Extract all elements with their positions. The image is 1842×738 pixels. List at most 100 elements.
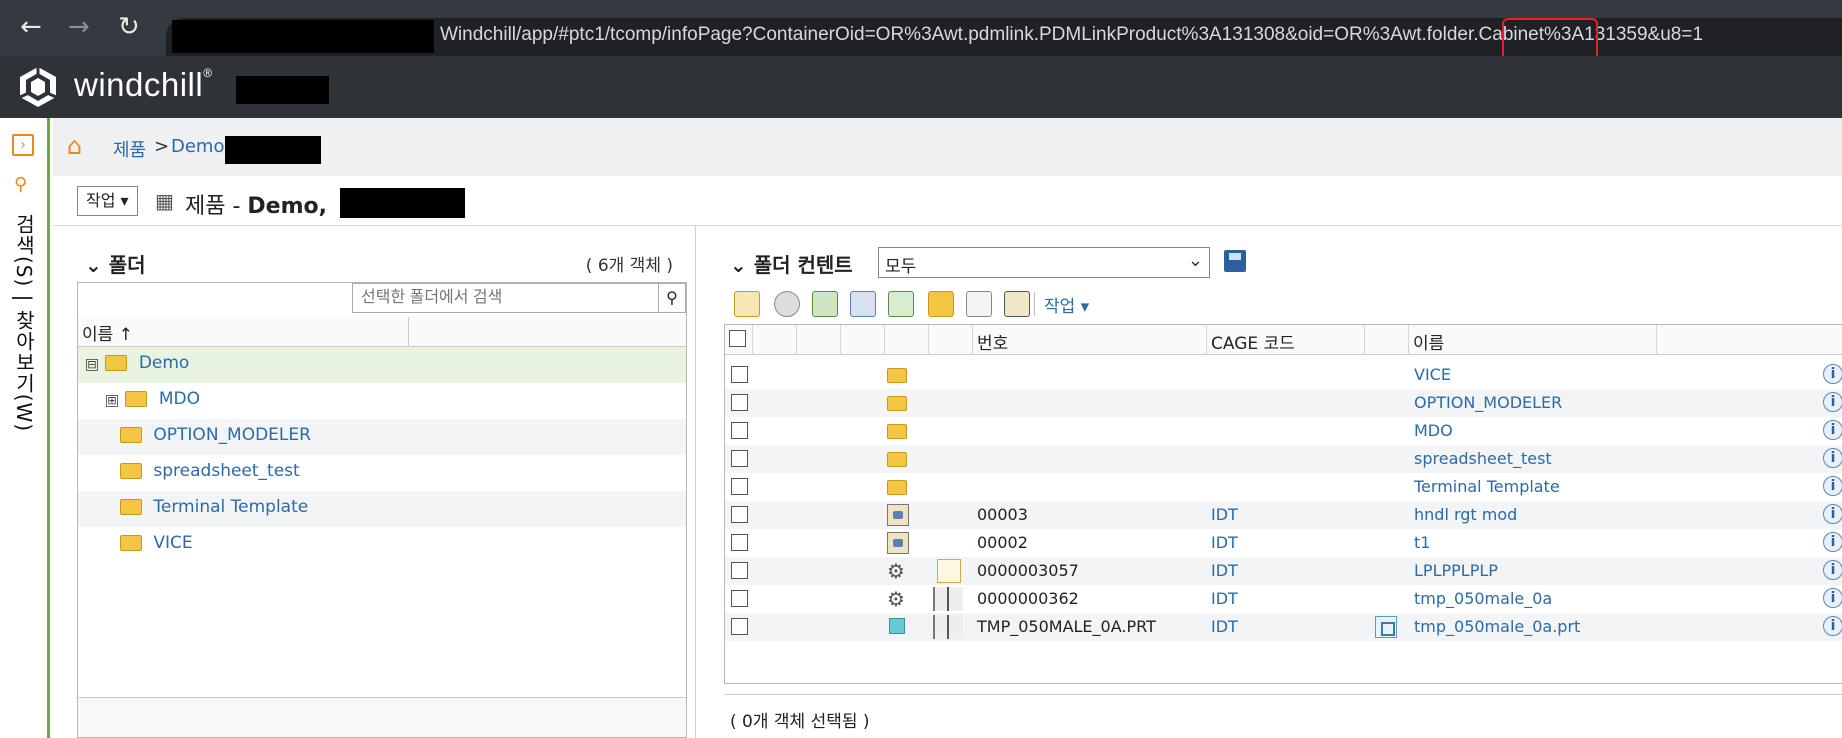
cell-name[interactable]: hndl rgt mod	[1414, 505, 1517, 524]
gear-icon: ⚙	[887, 559, 905, 583]
table-row[interactable]: VICE i	[725, 361, 1842, 389]
tree-row-spreadsheet-test[interactable]: spreadsheet_test	[78, 455, 686, 491]
column-blank-2[interactable]	[797, 325, 841, 355]
column-name[interactable]: 이름	[1409, 325, 1657, 355]
contents-panel-header[interactable]: ⌄ 폴더 컨텐트	[730, 249, 853, 278]
cell-name[interactable]: tmp_050male_0a	[1414, 589, 1552, 608]
tree-row-label[interactable]: OPTION_MODELER	[153, 425, 311, 445]
actions-menu-button[interactable]: 작업 ▾	[77, 186, 138, 216]
folder-panel-header[interactable]: ⌄ 폴더	[85, 249, 146, 278]
table-row[interactable]: ⚙ 0000000362 IDT tmp_050male_0a i	[725, 585, 1842, 613]
column-cage[interactable]: CAGE 코드	[1207, 325, 1365, 355]
tree-row-terminal-template[interactable]: Terminal Template	[78, 491, 686, 527]
row-checkbox[interactable]	[731, 450, 748, 467]
info-icon[interactable]: i	[1823, 392, 1842, 412]
select-all-checkbox[interactable]	[729, 330, 746, 347]
table-row[interactable]: TMP_050MALE_0A.PRT IDT tmp_050male_0a.pr…	[725, 613, 1842, 641]
table-row[interactable]: ⚙ 0000003057 IDT LPLPPLPLP i	[725, 557, 1842, 585]
search-icon[interactable]: ⚲	[658, 283, 686, 313]
new-folder-icon[interactable]	[928, 291, 954, 317]
cell-name[interactable]: OPTION_MODELER	[1414, 393, 1562, 412]
column-view[interactable]	[1365, 325, 1409, 355]
new-part-icon[interactable]	[774, 291, 800, 317]
row-checkbox[interactable]	[731, 534, 748, 551]
tree-row-option-modeler[interactable]: OPTION_MODELER	[78, 419, 686, 455]
expand-icon[interactable]: ⊞	[106, 395, 118, 407]
windchill-logo-icon[interactable]	[16, 65, 60, 109]
info-icon[interactable]: i	[1823, 560, 1842, 580]
edit-multiple-icon[interactable]	[850, 291, 876, 317]
info-icon[interactable]: i	[1823, 448, 1842, 468]
info-icon[interactable]: i	[1823, 364, 1842, 384]
row-checkbox[interactable]	[731, 422, 748, 439]
table-row[interactable]: Terminal Template i	[725, 473, 1842, 501]
table-row[interactable]: 00003 IDT hndl rgt mod i	[725, 501, 1842, 529]
column-type[interactable]	[885, 325, 929, 355]
tree-column-header[interactable]: 이름 ↑	[78, 317, 686, 347]
view-select[interactable]: 모두 ⌄	[878, 247, 1210, 278]
breadcrumb-products[interactable]: 제품	[113, 136, 146, 162]
column-name[interactable]: 이름 ↑	[82, 325, 133, 345]
collapse-icon[interactable]: ⊟	[86, 359, 98, 371]
check-icon[interactable]	[888, 291, 914, 317]
save-view-icon[interactable]	[1224, 250, 1246, 272]
row-checkbox[interactable]	[731, 478, 748, 495]
paste-icon[interactable]	[1004, 291, 1030, 317]
actions-menu-button[interactable]: 작업 ▾	[1044, 292, 1089, 317]
info-icon[interactable]: i	[1823, 532, 1842, 552]
cell-cage[interactable]: IDT	[1211, 561, 1238, 580]
tree-row-label[interactable]: VICE	[153, 533, 192, 553]
breadcrumb-demo[interactable]: Demo,	[171, 136, 230, 157]
search-icon[interactable]: ⚲	[14, 174, 27, 195]
reload-icon[interactable]: ↻	[118, 14, 140, 40]
navigator-toggle-icon[interactable]: ›	[12, 134, 34, 156]
info-icon[interactable]: i	[1823, 504, 1842, 524]
tree-row-label[interactable]: Demo	[139, 353, 190, 373]
column-blank-3[interactable]	[841, 325, 885, 355]
folder-icon	[120, 427, 142, 443]
tree-row-label[interactable]: MDO	[159, 389, 200, 409]
cell-cage[interactable]: IDT	[1211, 617, 1238, 636]
column-blank-1[interactable]	[753, 325, 797, 355]
folder-search-input[interactable]	[352, 283, 658, 313]
table-row[interactable]: spreadsheet_test i	[725, 445, 1842, 473]
cell-name[interactable]: MDO	[1414, 421, 1453, 440]
cell-name[interactable]: tmp_050male_0a.prt	[1414, 617, 1580, 636]
info-icon[interactable]: i	[1823, 420, 1842, 440]
cell-cage[interactable]: IDT	[1211, 505, 1238, 524]
column-status[interactable]	[929, 325, 973, 355]
info-icon[interactable]: i	[1823, 476, 1842, 496]
table-row[interactable]: OPTION_MODELER i	[725, 389, 1842, 417]
info-icon[interactable]: i	[1823, 616, 1842, 636]
info-icon[interactable]: i	[1823, 588, 1842, 608]
table-row[interactable]: MDO i	[725, 417, 1842, 445]
tree-row-label[interactable]: spreadsheet_test	[153, 461, 299, 481]
back-arrow-icon[interactable]: ←	[20, 14, 42, 40]
cell-name[interactable]: Terminal Template	[1414, 477, 1560, 496]
tree-row-label[interactable]: Terminal Template	[153, 497, 308, 517]
table-row[interactable]: 00002 IDT t1 i	[725, 529, 1842, 557]
tree-row-vice[interactable]: VICE	[78, 527, 686, 563]
row-checkbox[interactable]	[731, 590, 748, 607]
new-document-icon[interactable]	[734, 291, 760, 317]
row-checkbox[interactable]	[731, 562, 748, 579]
cell-cage[interactable]: IDT	[1211, 533, 1238, 552]
row-checkbox[interactable]	[731, 506, 748, 523]
home-icon[interactable]: ⌂	[67, 132, 82, 160]
new-spreadsheet-icon[interactable]	[812, 291, 838, 317]
copy-icon[interactable]	[966, 291, 992, 317]
row-checkbox[interactable]	[731, 618, 748, 635]
tree-row-demo[interactable]: ⊟ Demo	[78, 347, 686, 383]
cell-name[interactable]: spreadsheet_test	[1414, 449, 1552, 468]
cell-name[interactable]: t1	[1414, 533, 1430, 552]
row-checkbox[interactable]	[731, 394, 748, 411]
row-checkbox[interactable]	[731, 366, 748, 383]
navigator-tabs-label[interactable]: 검색(S) | 찾아보기(W)	[10, 214, 39, 432]
cell-name[interactable]: LPLPPLPLP	[1414, 561, 1498, 580]
forward-arrow-icon[interactable]: →	[68, 14, 90, 40]
cell-name[interactable]: VICE	[1414, 365, 1451, 384]
view-model-icon[interactable]	[1375, 616, 1397, 638]
tree-row-mdo[interactable]: ⊞ MDO	[78, 383, 686, 419]
cell-cage[interactable]: IDT	[1211, 589, 1238, 608]
column-number[interactable]: 번호	[973, 325, 1207, 355]
